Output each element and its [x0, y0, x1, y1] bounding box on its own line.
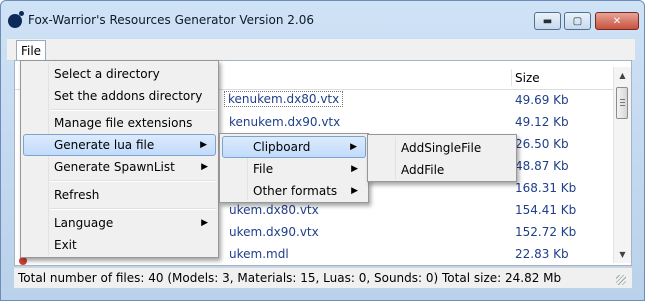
cell-name: ukem.dx90.vtx [229, 225, 319, 239]
menu-separator [50, 208, 216, 210]
menu-item-generate-lua[interactable]: Generate lua file ▶ [23, 134, 216, 156]
menu-item-exit[interactable]: Exit [23, 234, 216, 256]
cell-size: 49.69 Kb [515, 93, 569, 107]
cell-name: kenukem.dx80.vtx [224, 91, 344, 107]
thumb-grip-icon [620, 102, 625, 103]
cell-size: 154.41 Kb [515, 203, 577, 217]
menu-item-label: Set the addons directory [54, 89, 203, 103]
minimize-button[interactable]: ▬ [534, 12, 561, 30]
scroll-thumb[interactable] [616, 87, 628, 119]
menu-item-clipboard[interactable]: Clipboard ▶ [222, 136, 366, 158]
menu-item-label: AddSingleFile [401, 141, 482, 155]
submenu-arrow-icon: ▶ [350, 142, 357, 152]
menu-item-other-formats[interactable]: Other formats ▶ [222, 180, 366, 202]
window-title: Fox-Warrior's Resources Generator Versio… [28, 13, 314, 27]
title-bar[interactable]: Fox-Warrior's Resources Generator Versio… [1, 1, 644, 39]
cell-size: 22.83 Kb [515, 247, 569, 261]
clipboard-submenu: AddSingleFile AddFile [367, 134, 517, 182]
menu-item-label: Other formats [253, 184, 338, 198]
column-header-size[interactable]: Size [515, 71, 540, 85]
menu-item-file[interactable]: File ▶ [222, 158, 366, 180]
menu-item-refresh[interactable]: Refresh [23, 184, 216, 206]
status-text: Total number of files: 40 (Models: 3, Ma… [18, 271, 562, 285]
menu-item-language[interactable]: Language ▶ [23, 212, 216, 234]
submenu-arrow-icon: ▶ [201, 218, 208, 228]
minimize-icon: ▬ [542, 15, 553, 27]
menu-item-addsinglefile[interactable]: AddSingleFile [370, 137, 514, 159]
cell-name: ukem.dx80.vtx [229, 203, 319, 217]
menu-item-manage-extensions[interactable]: Manage file extensions [23, 112, 216, 134]
cell-size: 168.31 Kb [515, 181, 577, 195]
menu-item-addfile[interactable]: AddFile [370, 159, 514, 181]
cell-size: 48.87 Kb [515, 159, 569, 173]
file-type-icon [19, 257, 27, 265]
maximize-icon: ▢ [572, 15, 583, 27]
menu-separator [50, 109, 216, 111]
menu-item-label: Generate lua file [54, 138, 155, 152]
menu-item-label: File [253, 162, 274, 176]
submenu-arrow-icon: ▶ [201, 162, 208, 172]
status-bar: Total number of files: 40 (Models: 3, Ma… [14, 267, 632, 288]
menu-item-label: Manage file extensions [54, 116, 193, 130]
maximize-button[interactable]: ▢ [564, 12, 591, 30]
menu-item-label: Generate SpawnList [54, 160, 175, 174]
header-separator[interactable] [511, 69, 512, 86]
cell-size: 49.12 Kb [515, 115, 569, 129]
thumb-grip-icon [620, 99, 625, 100]
menu-item-label: Refresh [54, 188, 100, 202]
submenu-arrow-icon: ▶ [351, 164, 358, 174]
menu-item-label: Exit [54, 238, 77, 252]
cell-size: 152.72 Kb [515, 225, 577, 239]
menu-item-label: AddFile [401, 163, 445, 177]
cell-size: 26.50 Kb [515, 137, 569, 151]
menu-separator [50, 180, 216, 182]
lua-submenu: Clipboard ▶ File ▶ Other formats ▶ [219, 133, 369, 203]
menu-item-set-addons-directory[interactable]: Set the addons directory [23, 85, 216, 107]
menu-item-label: Language [54, 216, 114, 230]
scroll-down-icon[interactable]: ▼ [614, 246, 631, 263]
menu-item-select-directory[interactable]: Select a directory [23, 63, 216, 85]
resize-grip-icon[interactable] [616, 275, 626, 285]
cell-name: kenukem.dx90.vtx [229, 115, 341, 129]
menu-item-label: Select a directory [54, 67, 160, 81]
cell-name: ukem.mdl [229, 247, 289, 261]
vertical-scrollbar[interactable]: ▲ ▼ [613, 67, 631, 263]
submenu-arrow-icon: ▶ [351, 186, 358, 196]
menu-item-generate-spawnlist[interactable]: Generate SpawnList ▶ [23, 156, 216, 178]
thumb-grip-icon [620, 105, 625, 106]
menu-file[interactable]: File [16, 40, 46, 60]
menu-bar: File [7, 39, 635, 61]
file-menu: Select a directory Set the addons direct… [20, 60, 219, 258]
menu-item-label: Clipboard [253, 140, 311, 154]
close-icon: ✕ [612, 15, 622, 27]
scroll-up-icon[interactable]: ▲ [614, 67, 631, 84]
fox-app-icon[interactable] [8, 11, 24, 28]
close-button[interactable]: ✕ [595, 12, 639, 30]
submenu-arrow-icon: ▶ [200, 140, 207, 150]
